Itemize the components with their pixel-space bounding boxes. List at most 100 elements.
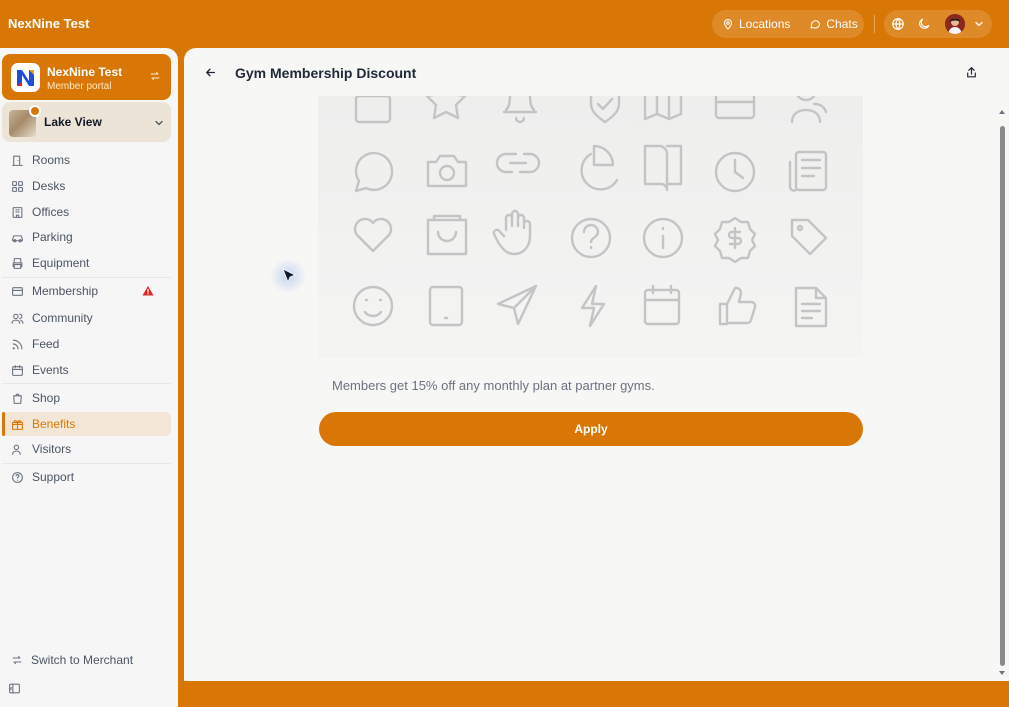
share-icon[interactable]: [965, 66, 978, 79]
building-icon: [12, 206, 23, 218]
location-selector[interactable]: Lake View: [2, 102, 171, 142]
door-icon: [12, 155, 23, 166]
sidebar-item-shop[interactable]: Shop: [2, 386, 171, 410]
divider: [874, 15, 875, 33]
users-icon: [11, 313, 24, 324]
globe-icon[interactable]: [891, 17, 905, 31]
avatar[interactable]: [945, 14, 965, 34]
location-name: Lake View: [44, 115, 102, 129]
clock-icon: [714, 151, 756, 193]
top-tools-group: [884, 10, 992, 38]
chat-bubble-icon: [810, 20, 821, 29]
sidebar-item-label: Benefits: [32, 417, 76, 431]
sidebar-item-label: Shop: [32, 391, 61, 405]
mouse-cursor: [270, 258, 306, 294]
sidebar-item-community[interactable]: Community: [2, 306, 171, 330]
users-icon: [790, 96, 828, 124]
rss-icon: [12, 339, 23, 349]
account-name: NexNine Test: [47, 65, 123, 79]
apply-button[interactable]: Apply: [319, 412, 863, 446]
scroll-down-arrow[interactable]: [999, 671, 1005, 675]
sidebar-item-label: Rooms: [32, 153, 71, 167]
locations-label: Locations: [739, 17, 791, 31]
dollar-badge-icon: [713, 216, 757, 264]
sidebar-item-equipment[interactable]: Equipment: [2, 251, 171, 275]
scrollbar-thumb[interactable]: [1000, 126, 1005, 666]
pie-chart-icon: [580, 144, 619, 191]
account-switcher[interactable]: NexNine Test Member portal: [2, 54, 171, 100]
file-text-icon: [794, 286, 828, 328]
printer-icon: [12, 257, 23, 269]
chats-label: Chats: [826, 17, 858, 31]
sidebar-item-label: Feed: [32, 337, 60, 351]
sidebar-item-label: Community: [32, 311, 93, 325]
chevron-down-icon[interactable]: [973, 18, 985, 30]
divider: [2, 463, 171, 464]
sidebar-item-label: Parking: [32, 230, 73, 244]
briefcase-icon: [354, 96, 392, 124]
divider: [2, 383, 171, 384]
grid-icon: [12, 180, 23, 192]
sidebar: NexNine Test Member portal Lake View Roo…: [0, 48, 178, 707]
heart-icon: [353, 217, 393, 253]
sidebar-item-visitors[interactable]: Visitors: [2, 437, 171, 461]
switch-arrows-icon[interactable]: [149, 70, 161, 82]
sidebar-item-membership[interactable]: Membership: [2, 279, 171, 303]
calendar-icon: [643, 284, 681, 326]
send-icon: [496, 284, 538, 326]
link-icon: [495, 152, 541, 174]
sidebar-item-label: Membership: [32, 284, 99, 298]
shield-check-icon: [589, 96, 621, 124]
hand-icon: [492, 209, 532, 256]
smile-icon: [352, 285, 394, 327]
moon-icon[interactable]: [917, 17, 931, 31]
switch-to-merchant-label: Switch to Merchant: [31, 653, 134, 667]
top-bar: NexNine Test Locations Chats: [0, 0, 1009, 48]
zap-icon: [580, 284, 606, 328]
top-nav-group: Locations Chats: [712, 10, 864, 38]
tablet-icon: [428, 285, 464, 327]
main-panel: Gym Membership Discount Members get 15% …: [184, 48, 1009, 681]
back-arrow-icon[interactable]: [204, 66, 217, 79]
bell-icon: [502, 96, 538, 124]
tag-icon: [790, 218, 828, 256]
sidebar-item-feed[interactable]: Feed: [2, 332, 171, 356]
thumbs-up-icon: [718, 286, 757, 326]
account-subtitle: Member portal: [47, 81, 112, 92]
bag-icon: [13, 393, 22, 404]
account-logo: [11, 63, 40, 92]
sidebar-item-label: Desks: [32, 179, 66, 193]
info-icon: [642, 217, 684, 259]
sidebar-item-offices[interactable]: Offices: [2, 200, 171, 224]
chat-bubble-icon: [354, 151, 394, 193]
map-icon: [643, 96, 683, 121]
help-circle-icon: [570, 217, 612, 259]
benefit-illustration: [318, 96, 863, 358]
gift-icon: [12, 419, 23, 430]
warning-icon: [142, 286, 154, 296]
book-open-icon: [643, 144, 683, 192]
star-icon: [425, 96, 467, 120]
sidebar-item-benefits[interactable]: Benefits: [2, 412, 171, 436]
user-icon: [12, 444, 21, 455]
sidebar-collapse-icon[interactable]: [8, 682, 21, 695]
sidebar-item-support[interactable]: Support: [2, 465, 171, 489]
car-icon: [12, 234, 23, 242]
sidebar-item-label: Visitors: [32, 442, 72, 456]
shopping-bag-icon: [426, 214, 468, 256]
chevron-down-icon: [155, 120, 163, 126]
sidebar-item-label: Support: [32, 470, 75, 484]
sidebar-item-rooms[interactable]: Rooms: [2, 148, 171, 172]
sidebar-item-desks[interactable]: Desks: [2, 174, 171, 198]
camera-icon: [426, 154, 468, 188]
locations-button[interactable]: Locations: [722, 17, 790, 31]
chats-button[interactable]: Chats: [809, 17, 858, 31]
app-title: NexNine Test: [8, 16, 90, 31]
scroll-up-arrow[interactable]: [999, 110, 1005, 114]
switch-to-merchant-button[interactable]: Switch to Merchant: [2, 650, 171, 670]
location-status-dot: [29, 105, 41, 117]
sidebar-item-events[interactable]: Events: [2, 358, 171, 382]
newspaper-icon: [788, 150, 828, 192]
sidebar-item-parking[interactable]: Parking: [2, 225, 171, 249]
sidebar-item-label: Events: [32, 363, 69, 377]
